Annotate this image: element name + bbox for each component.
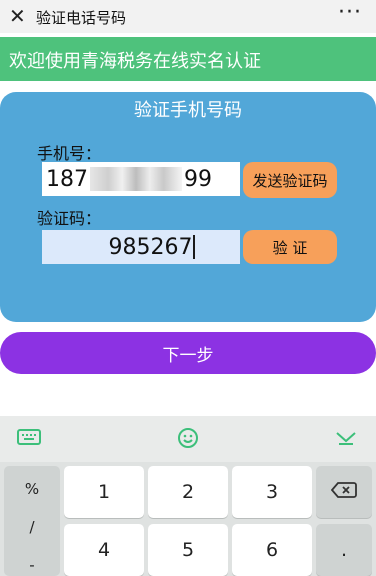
code-value: 985267 [108,234,193,260]
text-cursor [193,235,196,259]
verify-label: 验 证 [272,238,308,257]
card-heading: 验证手机号码⁠ [134,100,242,121]
welcome-banner: 欢迎使用青海税务在线实名认证 [0,37,376,81]
key-5[interactable]: 5 [148,524,228,576]
key-4[interactable]: 4 [64,524,144,576]
close-icon[interactable]: ✕ [9,5,26,27]
key-1[interactable]: 1 [64,466,144,518]
top-bar: ✕ 验证电话号码 ··· [0,0,376,33]
more-options-icon[interactable]: ··· [338,2,362,24]
keyboard-toolbar [0,416,376,462]
phone-redaction [90,167,182,191]
emoji-icon[interactable] [176,426,200,454]
backspace-key[interactable] [316,466,372,518]
code-input[interactable]: 985267 [42,230,240,264]
key-6[interactable]: 6 [232,524,312,576]
key-2[interactable]: 2 [148,466,228,518]
key-3[interactable]: 3 [232,466,312,518]
page-title: 验证电话号码 [36,9,127,27]
symbol-column[interactable]: % / - [4,466,60,576]
phone-input[interactable]: 187 99 [42,162,240,196]
welcome-text: 欢迎使用青海税务在线实名认证 [9,51,261,72]
symbol-percent[interactable]: % [4,480,60,498]
key-dot[interactable]: . [316,524,372,576]
backspace-icon [330,481,357,504]
verify-button[interactable]: 验 证 [243,230,337,264]
phone-label: 手机号： [37,144,102,163]
symbol-dash[interactable]: - [4,556,60,574]
send-code-button[interactable]: 发送验证码 [243,162,337,198]
next-step-label: 下一步 [162,345,214,366]
next-step-button[interactable]: 下一步 [0,332,376,374]
keyboard-icon[interactable] [17,426,41,452]
send-code-label: 发送验证码 [252,171,328,190]
phone-suffix: 99 [184,166,212,192]
collapse-keyboard-icon[interactable] [334,426,358,452]
symbol-slash[interactable]: / [4,518,60,536]
code-label: 验证码： [37,209,102,228]
phone-prefix: 187 [46,166,88,192]
